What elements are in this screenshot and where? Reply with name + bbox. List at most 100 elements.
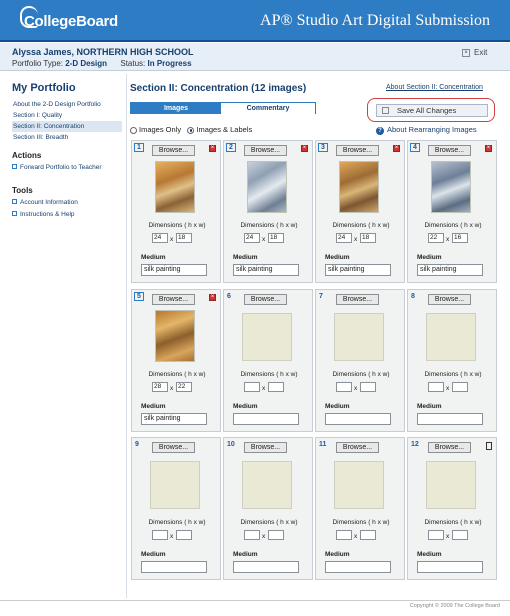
browse-button[interactable]: Browse...: [244, 145, 287, 156]
browse-button[interactable]: Browse...: [244, 442, 287, 453]
browse-button[interactable]: Browse...: [152, 442, 195, 453]
slot-number: 4: [410, 143, 420, 152]
dimensions-label: Dimensions ( h x w): [148, 371, 206, 378]
browse-button[interactable]: Browse...: [336, 145, 379, 156]
sidebar-item-quality[interactable]: Section I: Quality: [12, 110, 122, 121]
width-input[interactable]: 22: [176, 382, 192, 392]
medium-input[interactable]: [325, 561, 391, 573]
width-input[interactable]: [268, 530, 284, 540]
app-title: AP® Studio Art Digital Submission: [260, 12, 490, 29]
width-input[interactable]: 18: [176, 233, 192, 243]
dimensions-label: Dimensions ( h x w): [148, 519, 206, 526]
browse-button[interactable]: Browse...: [244, 294, 287, 305]
image-slot: 5 Browse... × Dimensions ( h x w) 28 x 22 Mediu…: [131, 289, 221, 432]
slot-number: 11: [319, 441, 327, 448]
height-input[interactable]: [244, 382, 260, 392]
height-input[interactable]: 22: [428, 233, 444, 243]
medium-input[interactable]: [417, 561, 483, 573]
height-input[interactable]: [152, 530, 168, 540]
image-thumbnail[interactable]: [155, 161, 195, 213]
slot-number: 9: [135, 441, 139, 448]
about-section-link[interactable]: About Section II: Concentration: [386, 84, 483, 91]
browse-button[interactable]: Browse...: [152, 294, 195, 305]
width-input[interactable]: 16: [452, 233, 468, 243]
instructions-link[interactable]: Instructions & Help: [12, 211, 75, 218]
image-slot: 12 Browse... Dimensions ( h x w) x Medium: [407, 437, 497, 580]
tab-images[interactable]: Images: [131, 103, 221, 114]
medium-input[interactable]: silk painting: [417, 264, 483, 276]
upload-icon[interactable]: [486, 442, 492, 450]
height-input[interactable]: 28: [152, 382, 168, 392]
exit-link[interactable]: × Exit: [462, 48, 487, 57]
sidebar-item-breadth[interactable]: Section III: Breadth: [12, 132, 122, 143]
image-thumbnail[interactable]: [431, 161, 471, 213]
width-input[interactable]: [360, 530, 376, 540]
sidebar-item-concentration[interactable]: Section II: Concentration: [12, 121, 122, 132]
width-input[interactable]: [452, 382, 468, 392]
browse-button[interactable]: Browse...: [336, 442, 379, 453]
delete-image-icon[interactable]: ×: [485, 145, 492, 152]
tab-commentary[interactable]: Commentary: [221, 103, 315, 114]
image-slot: 1 Browse... × Dimensions ( h x w) 24 x 18 Mediu…: [131, 140, 221, 283]
image-slot: 8 Browse... Dimensions ( h x w) x Medium: [407, 289, 497, 432]
status-value: In Progress: [147, 59, 192, 68]
height-input[interactable]: 24: [244, 233, 260, 243]
width-input[interactable]: 18: [268, 233, 284, 243]
height-input[interactable]: [244, 530, 260, 540]
medium-input[interactable]: silk painting: [141, 413, 207, 425]
save-all-button[interactable]: Save All Changes: [376, 104, 488, 117]
width-input[interactable]: [268, 382, 284, 392]
width-input[interactable]: 18: [360, 233, 376, 243]
browse-button[interactable]: Browse...: [336, 294, 379, 305]
medium-label: Medium: [325, 403, 350, 410]
slot-number: 3: [318, 143, 328, 152]
medium-input[interactable]: [325, 413, 391, 425]
slot-number: 7: [319, 293, 323, 300]
medium-input[interactable]: [417, 413, 483, 425]
browse-button[interactable]: Browse...: [428, 442, 471, 453]
medium-input[interactable]: [141, 561, 207, 573]
collegeboard-logo: CollegeBoard: [24, 13, 118, 30]
height-input[interactable]: [336, 530, 352, 540]
height-input[interactable]: [428, 382, 444, 392]
height-input[interactable]: 24: [336, 233, 352, 243]
height-input[interactable]: 24: [152, 233, 168, 243]
account-info-label: Account Information: [20, 199, 78, 206]
dimensions-label: Dimensions ( h x w): [332, 222, 390, 229]
browse-button[interactable]: Browse...: [428, 294, 471, 305]
exit-label: Exit: [474, 48, 488, 57]
height-input[interactable]: [428, 530, 444, 540]
empty-image-placeholder: [334, 461, 384, 509]
sidebar-item-about[interactable]: About the 2-D Design Portfolio: [12, 99, 122, 110]
image-slot: 7 Browse... Dimensions ( h x w) x Medium: [315, 289, 405, 432]
medium-input[interactable]: silk painting: [325, 264, 391, 276]
image-thumbnail[interactable]: [247, 161, 287, 213]
medium-input[interactable]: [233, 561, 299, 573]
browse-button[interactable]: Browse...: [428, 145, 471, 156]
help-icon: ?: [376, 127, 384, 135]
dimension-separator: x: [446, 385, 450, 392]
rearranging-link[interactable]: ? About Rearranging Images: [376, 125, 477, 135]
delete-image-icon[interactable]: ×: [301, 145, 308, 152]
empty-image-placeholder: [426, 313, 476, 361]
dimension-separator: x: [354, 385, 358, 392]
account-info-link[interactable]: Account Information: [12, 199, 78, 206]
medium-input[interactable]: [233, 413, 299, 425]
radio-images-labels[interactable]: Images & Labels: [187, 125, 252, 134]
width-input[interactable]: [176, 530, 192, 540]
width-input[interactable]: [360, 382, 376, 392]
forward-portfolio-link[interactable]: Forward Portfolio to Teacher: [12, 164, 102, 171]
delete-image-icon[interactable]: ×: [209, 145, 216, 152]
image-thumbnail[interactable]: [155, 310, 195, 362]
medium-input[interactable]: silk painting: [233, 264, 299, 276]
empty-image-placeholder: [426, 461, 476, 509]
width-input[interactable]: [452, 530, 468, 540]
image-thumbnail[interactable]: [339, 161, 379, 213]
medium-input[interactable]: silk painting: [141, 264, 207, 276]
delete-image-icon[interactable]: ×: [393, 145, 400, 152]
radio-images-only[interactable]: Images Only: [130, 125, 181, 134]
radio-images-only-label: Images Only: [139, 125, 182, 134]
delete-image-icon[interactable]: ×: [209, 294, 216, 301]
browse-button[interactable]: Browse...: [152, 145, 195, 156]
height-input[interactable]: [336, 382, 352, 392]
